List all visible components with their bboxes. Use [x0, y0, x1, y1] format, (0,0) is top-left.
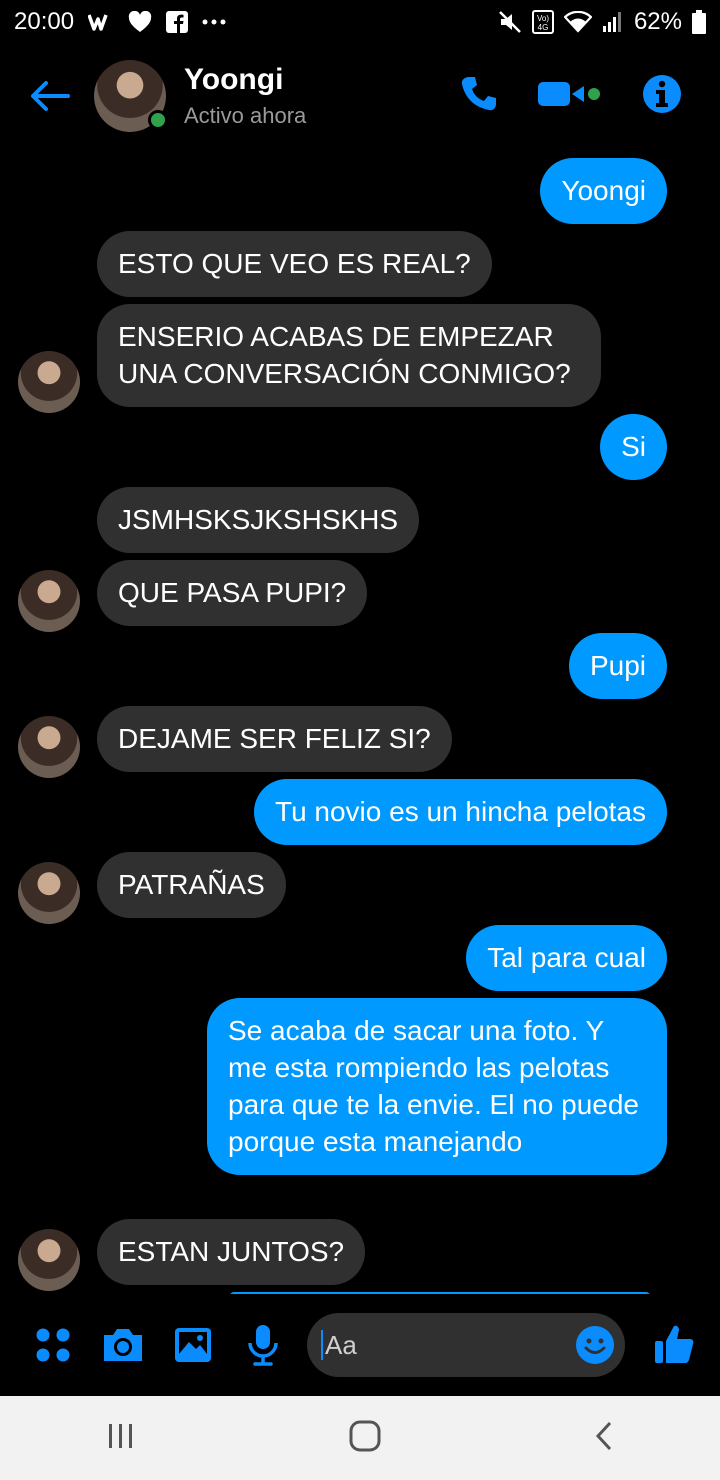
- message-bubble-incoming[interactable]: QUE PASA PUPI?: [97, 560, 368, 626]
- emoji-icon: [576, 1326, 614, 1364]
- message-list[interactable]: Yoongi ESTO QUE VEO ES REAL? ENSERIO ACA…: [0, 148, 720, 1294]
- phone-call-button[interactable]: [460, 75, 498, 118]
- more-actions-button[interactable]: [29, 1321, 77, 1369]
- chat-header: Yoongi Activo ahora: [0, 44, 720, 148]
- message-input[interactable]: Aa: [307, 1313, 625, 1377]
- status-bar: 20:00 Vo) 4G 62%: [0, 0, 720, 44]
- mute-icon: [498, 10, 522, 34]
- battery-icon: [692, 10, 706, 34]
- system-nav-bar: [0, 1396, 720, 1480]
- phone-icon: [461, 76, 496, 110]
- facebook-icon: [166, 11, 189, 33]
- recent-apps-button[interactable]: [106, 1423, 136, 1454]
- contact-avatar-small[interactable]: [18, 862, 80, 924]
- message-input-placeholder: Aa: [321, 1330, 357, 1360]
- message-bubble-incoming[interactable]: ENSERIO ACABAS DE EMPEZAR UNA CONVERSACI…: [97, 304, 601, 407]
- contact-name: Yoongi: [184, 63, 284, 96]
- svg-text:Vo): Vo): [537, 14, 549, 23]
- like-button[interactable]: [650, 1320, 698, 1368]
- message-bubble-outgoing[interactable]: Tu novio es un hincha pelotas: [254, 779, 667, 845]
- back-button[interactable]: [26, 72, 74, 120]
- status-time: 20:00: [14, 8, 75, 35]
- recent-apps-icon: [109, 1423, 133, 1448]
- back-arrow-icon: [31, 81, 70, 111]
- contact-avatar-small[interactable]: [18, 1229, 80, 1291]
- wattpad-icon: [88, 13, 114, 31]
- video-camera-icon: [538, 81, 600, 106]
- svg-text:4G: 4G: [538, 23, 549, 32]
- menu-dots-icon: [36, 1328, 70, 1362]
- contact-avatar-small[interactable]: [18, 351, 80, 413]
- message-bubble-outgoing[interactable]: Se acaba de sacar una foto. Y me esta ro…: [207, 998, 667, 1175]
- message-bubble-incoming[interactable]: ESTAN JUNTOS?: [97, 1219, 366, 1285]
- microphone-icon: [248, 1325, 278, 1366]
- wifi-icon: [563, 11, 592, 33]
- message-bubble-incoming[interactable]: ESTO QUE VEO ES REAL?: [97, 231, 492, 297]
- contact-status: Activo ahora: [184, 103, 307, 128]
- contact-avatar-small[interactable]: [18, 716, 80, 778]
- home-button[interactable]: [349, 1420, 381, 1457]
- contact-avatar[interactable]: [94, 60, 168, 132]
- message-bubble-incoming[interactable]: PATRAÑAS: [97, 852, 286, 918]
- message-bubble-incoming[interactable]: DEJAME SER FELIZ SI?: [97, 706, 452, 772]
- gallery-icon: [175, 1328, 211, 1362]
- contact-avatar-small[interactable]: [18, 570, 80, 632]
- camera-icon: [104, 1329, 142, 1361]
- message-bubble-outgoing[interactable]: Yoongi: [540, 158, 667, 224]
- contact-info[interactable]: Yoongi Activo ahora: [184, 63, 306, 129]
- voice-button[interactable]: [239, 1321, 287, 1369]
- back-nav-button[interactable]: [594, 1421, 614, 1456]
- camera-button[interactable]: [99, 1321, 147, 1369]
- more-icon: [202, 19, 226, 25]
- signal-icon: [602, 11, 624, 33]
- chevron-left-icon: [595, 1421, 611, 1450]
- video-call-button[interactable]: [538, 79, 602, 114]
- heart-icon: [128, 11, 152, 33]
- emoji-button[interactable]: [575, 1325, 615, 1365]
- info-button[interactable]: [642, 74, 682, 119]
- message-bubble-outgoing[interactable]: Tal para cual: [466, 925, 667, 991]
- gallery-button[interactable]: [169, 1321, 217, 1369]
- message-bubble-outgoing[interactable]: Si: [600, 414, 667, 480]
- thumbs-up-icon: [655, 1325, 694, 1363]
- volte-icon: Vo) 4G: [531, 10, 554, 34]
- home-icon: [349, 1420, 381, 1451]
- battery-percent: 62%: [633, 8, 682, 35]
- info-icon: [643, 74, 681, 113]
- online-indicator: [148, 110, 168, 130]
- message-composer: Aa: [0, 1294, 720, 1396]
- message-bubble-incoming[interactable]: JSMHSKSJKSHSKHS: [97, 487, 420, 553]
- message-bubble-outgoing[interactable]: Pupi: [568, 633, 667, 699]
